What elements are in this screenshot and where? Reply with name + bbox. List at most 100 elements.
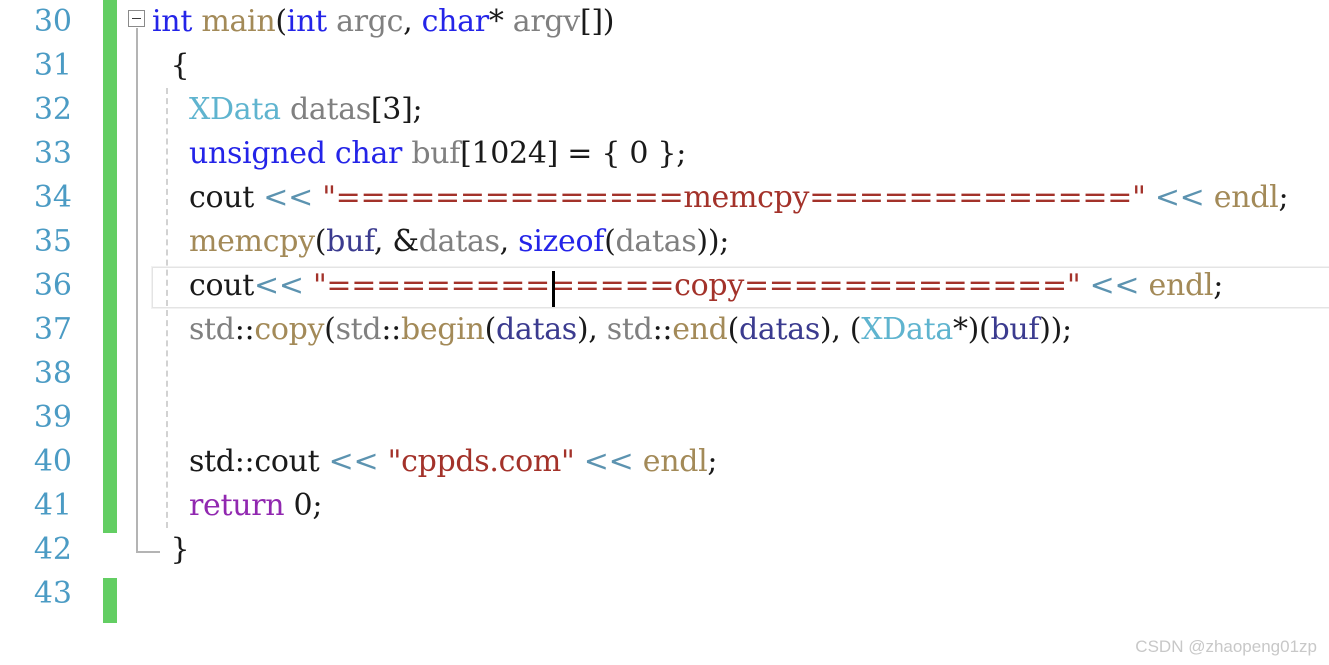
code-token: :: (652, 312, 673, 347)
code-token: ( (484, 312, 497, 347)
code-token: datas (615, 224, 697, 259)
code-token: ), ( (819, 312, 862, 347)
code-line-text[interactable]: std::cout << "cppds.com" << endl; (152, 440, 718, 484)
code-token: buf (990, 312, 1040, 347)
line-number: 36 (33, 268, 72, 303)
code-line[interactable]: 37 std::copy(std::begin(datas), std::end… (0, 308, 1329, 352)
code-editor[interactable]: 30 int main(int argc, char* argv[]) 31 {32… (0, 0, 1329, 665)
code-token: unsigned (188, 136, 326, 171)
code-token: std (188, 444, 235, 479)
code-token: }; (648, 136, 687, 171)
code-line-text[interactable]: { (152, 44, 189, 88)
code-line[interactable]: 43 (0, 572, 1329, 616)
code-line[interactable]: 42 } (0, 528, 1329, 572)
code-token: main (201, 4, 276, 39)
code-token: datas (738, 312, 820, 347)
code-token: std (335, 312, 382, 347)
code-line-text[interactable]: return 0; (152, 484, 322, 528)
code-token: endl (642, 444, 708, 479)
code-token: ; (1278, 180, 1289, 215)
code-token: :: (234, 444, 255, 479)
code-token: sizeof (518, 224, 605, 259)
code-token: std (606, 312, 653, 347)
code-line-text[interactable]: int main(int argc, char* argv[]) (152, 0, 614, 44)
code-line[interactable]: 35 memcpy(buf, &datas, sizeof(datas)); (0, 220, 1329, 264)
code-line[interactable]: 38 (0, 352, 1329, 396)
code-token: ( (314, 224, 327, 259)
line-number: 41 (33, 488, 72, 523)
code-token: datas (289, 92, 371, 127)
code-line-text[interactable]: std::copy(std::begin(datas), std::end(da… (152, 308, 1072, 352)
code-line[interactable]: 36 cout<< "==============copy===========… (0, 264, 1329, 308)
code-token: int (152, 4, 193, 39)
line-number: 42 (33, 532, 72, 567)
code-token: ]; (401, 92, 423, 127)
code-line-text[interactable]: cout << "==============memcpy===========… (152, 176, 1289, 220)
code-token: [ (370, 92, 383, 127)
code-token: << (583, 444, 634, 479)
code-token: ( (275, 4, 287, 39)
code-line-text[interactable]: } (152, 528, 189, 572)
code-token: ; (1213, 268, 1224, 303)
code-token: ] = { (546, 136, 630, 171)
code-token: begin (400, 312, 485, 347)
code-token: [ (460, 136, 472, 171)
code-token: 0 (629, 136, 649, 171)
code-token: 0 (293, 488, 313, 523)
code-token: int (286, 4, 327, 39)
code-line[interactable]: 34 cout << "==============memcpy========… (0, 176, 1329, 220)
code-token: *)( (952, 312, 991, 347)
line-number: 39 (33, 400, 72, 435)
code-token: datas (495, 312, 577, 347)
line-number: 40 (33, 444, 72, 479)
code-line[interactable]: 33 unsigned char buf[1024] = { 0 }; (0, 132, 1329, 176)
code-line[interactable]: 41 return 0; (0, 484, 1329, 528)
line-number: 32 (33, 92, 72, 127)
line-number: 38 (33, 356, 72, 391)
code-line-text[interactable]: unsigned char buf[1024] = { 0 }; (152, 132, 686, 176)
code-token: , (499, 224, 519, 259)
code-line-text[interactable]: memcpy(buf, &datas, sizeof(datas)); (152, 220, 729, 264)
code-token: ( (324, 312, 336, 347)
watermark-label: CSDN @zhaopeng01zp (1135, 637, 1317, 656)
code-token: char (334, 136, 403, 171)
code-line-text[interactable]: cout<< "==============copy============="… (152, 264, 1223, 308)
code-token: :: (381, 312, 401, 347)
code-token: << (1089, 268, 1140, 303)
code-line[interactable]: 32 XData datas[3]; (0, 88, 1329, 132)
code-token: XData (861, 312, 953, 347)
code-token: 3 (382, 92, 402, 127)
code-token: << (328, 444, 379, 479)
line-number: 43 (33, 576, 72, 611)
code-line-text[interactable]: XData datas[3]; (152, 88, 423, 132)
code-line[interactable]: 39 (0, 396, 1329, 440)
code-line[interactable]: 40 std::cout << "cppds.com" << endl; (0, 440, 1329, 484)
code-token: )); (1039, 312, 1072, 347)
code-line[interactable]: 31 { (0, 44, 1329, 88)
code-line[interactable]: 30 int main(int argc, char* argv[]) (0, 0, 1329, 44)
code-token: memcpy (188, 224, 315, 259)
text-caret (552, 271, 555, 307)
line-number: 34 (33, 180, 72, 215)
line-number: 30 (33, 4, 72, 39)
code-token: )); (696, 224, 730, 259)
code-token: * (488, 4, 513, 39)
code-token: "cppds.com" (387, 444, 575, 479)
code-token: argc (336, 4, 404, 39)
